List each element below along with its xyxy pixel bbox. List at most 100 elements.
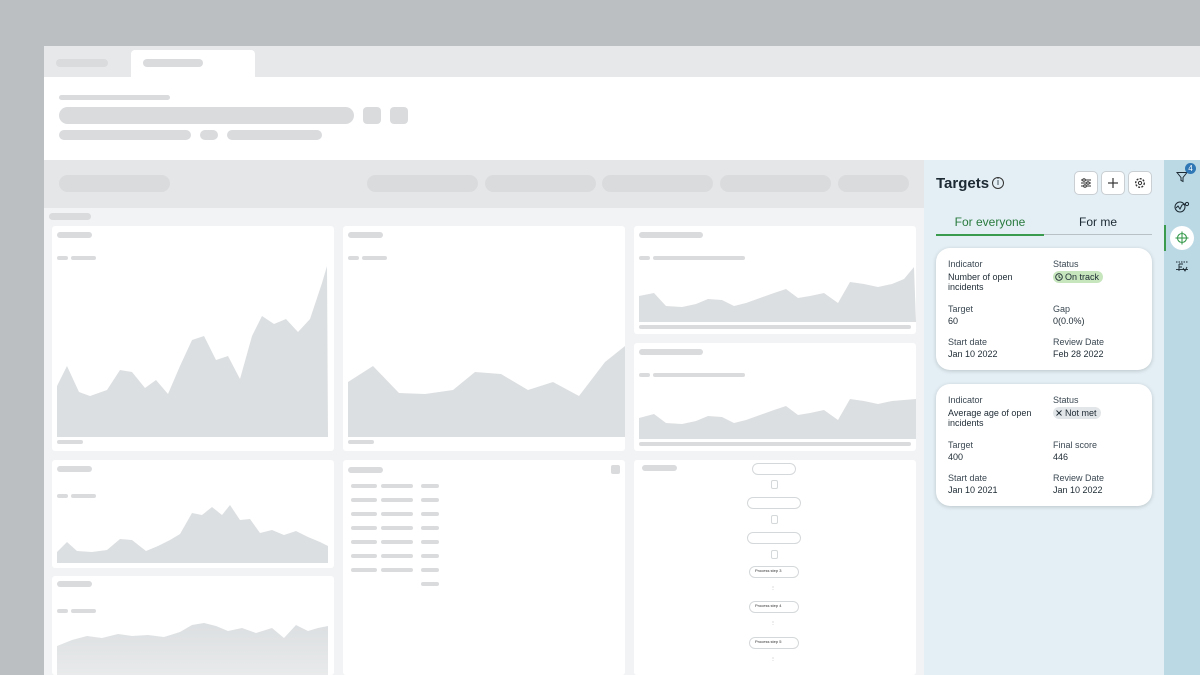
dashboard-toolbar	[44, 160, 924, 208]
indicator-value: Number of open incidents	[948, 272, 1013, 292]
header-action-placeholder[interactable]	[363, 107, 381, 124]
flow-connector	[771, 480, 778, 489]
subtitle-placeholder	[227, 130, 322, 140]
section-label-placeholder	[49, 213, 91, 220]
analytics-button[interactable]	[1173, 198, 1191, 216]
flow-node-placeholder[interactable]	[747, 497, 801, 509]
clock-icon	[1055, 273, 1063, 281]
widget-card[interactable]	[52, 460, 334, 568]
panel-title: Targets	[936, 175, 990, 192]
targets-button[interactable]	[1170, 226, 1194, 250]
flow-step-label: Process step 4	[755, 603, 782, 608]
close-icon	[1056, 410, 1062, 416]
target-label: Target	[948, 440, 974, 450]
target-icon	[1175, 231, 1189, 245]
flow-step-label: Process step 3	[755, 568, 782, 573]
toolbar-button-placeholder[interactable]	[720, 175, 831, 192]
tab-active[interactable]	[131, 50, 255, 77]
target-card[interactable]: Indicator Average age of open incidents …	[936, 384, 1152, 506]
flow-node-placeholder[interactable]	[747, 532, 801, 544]
flow-connector	[771, 515, 778, 524]
widget-card[interactable]	[52, 226, 334, 451]
toolbar-button-placeholder[interactable]	[838, 175, 909, 192]
review-date-label: Review Date	[1053, 337, 1105, 347]
indicator-label: Indicator	[948, 259, 983, 269]
formula-button[interactable]	[1173, 258, 1191, 276]
app-window: Process step 3 ⋮ Process step 4 ⋮ Proces…	[44, 46, 1200, 675]
toolbar-button-placeholder[interactable]	[602, 175, 713, 192]
start-date-value: Jan 10 2021	[948, 485, 998, 495]
analytics-icon	[1174, 201, 1190, 213]
widget-card[interactable]	[343, 226, 625, 451]
toolbar-button-placeholder[interactable]	[367, 175, 478, 192]
page-title-placeholder	[59, 107, 354, 124]
status-label: Status	[1053, 395, 1079, 405]
settings-button[interactable]	[1128, 171, 1152, 195]
header-action-placeholder[interactable]	[390, 107, 408, 124]
formula-icon	[1176, 261, 1188, 272]
add-target-button[interactable]	[1101, 171, 1125, 195]
flow-step[interactable]: Process step 4	[749, 601, 799, 613]
widget-card[interactable]	[343, 460, 625, 675]
target-card[interactable]: Indicator Number of open incidents Statu…	[936, 248, 1152, 370]
widget-card[interactable]: Process step 3 ⋮ Process step 4 ⋮ Proces…	[634, 460, 916, 675]
subtitle-placeholder	[59, 130, 191, 140]
gap-value: 0(0.0%)	[1053, 316, 1085, 326]
page-header	[44, 77, 1200, 160]
tab-for-everyone[interactable]: For everyone	[936, 215, 1044, 236]
status-text: Not met	[1065, 408, 1097, 418]
dashboard-canvas: Process step 3 ⋮ Process step 4 ⋮ Proces…	[44, 160, 924, 675]
flow-metric: ⋮	[771, 656, 775, 661]
flow-metric: ⋮	[771, 585, 775, 590]
tab-strip	[44, 46, 1200, 77]
filter-button[interactable]: 4	[1173, 163, 1196, 186]
widget-card[interactable]	[52, 576, 334, 675]
indicator-value: Average age of open incidents	[948, 408, 1032, 428]
review-date-value: Jan 10 2022	[1053, 485, 1103, 495]
flow-connector	[771, 550, 778, 559]
breadcrumb-placeholder	[59, 95, 170, 100]
target-value: 60	[948, 316, 959, 326]
widget-title-placeholder	[642, 465, 677, 471]
tab-for-me[interactable]: For me	[1044, 215, 1152, 229]
gear-icon	[1134, 177, 1146, 189]
widget-card[interactable]	[634, 226, 916, 334]
flow-step[interactable]: Process step 5	[749, 637, 799, 649]
info-icon[interactable]: i	[992, 177, 1004, 189]
gap-label: Gap	[1053, 304, 1071, 314]
area-chart-placeholder	[57, 266, 328, 444]
sliders-icon	[1081, 178, 1091, 188]
status-badge: On track	[1053, 271, 1104, 283]
area-chart-placeholder	[639, 267, 916, 329]
toolbar-placeholder	[59, 175, 170, 192]
area-chart-placeholder	[57, 623, 328, 675]
final-score-value: 446	[1053, 452, 1069, 462]
indicator-label: Indicator	[948, 395, 983, 405]
status-label: Status	[1053, 259, 1079, 269]
area-chart-placeholder	[57, 505, 328, 563]
review-date-label: Review Date	[1053, 473, 1105, 483]
area-chart-placeholder	[639, 399, 916, 446]
flow-step-label: Process step 5	[755, 639, 782, 644]
toolbar-button-placeholder[interactable]	[485, 175, 596, 192]
start-date-label: Start date	[948, 473, 988, 483]
target-value: 400	[948, 452, 964, 462]
flow-node-placeholder[interactable]	[752, 463, 796, 475]
active-rail-indicator	[1164, 225, 1166, 251]
adjust-button[interactable]	[1074, 171, 1098, 195]
tab-placeholder[interactable]	[56, 59, 108, 67]
area-chart-placeholder	[348, 346, 625, 444]
flow-step[interactable]: Process step 3	[749, 566, 799, 578]
list-placeholder	[351, 484, 439, 586]
final-score-label: Final score	[1053, 440, 1098, 450]
status-text: On track	[1065, 272, 1100, 282]
filter-count-badge: 4	[1185, 163, 1196, 174]
subtitle-placeholder	[200, 130, 218, 140]
flow-metric: ⋮	[771, 620, 775, 625]
widget-card[interactable]	[634, 343, 916, 451]
icon-rail: 4	[1164, 160, 1200, 675]
review-date-value: Feb 28 2022	[1053, 349, 1104, 359]
tab-label-placeholder	[143, 59, 203, 67]
start-date-value: Jan 10 2022	[948, 349, 998, 359]
start-date-label: Start date	[948, 337, 988, 347]
